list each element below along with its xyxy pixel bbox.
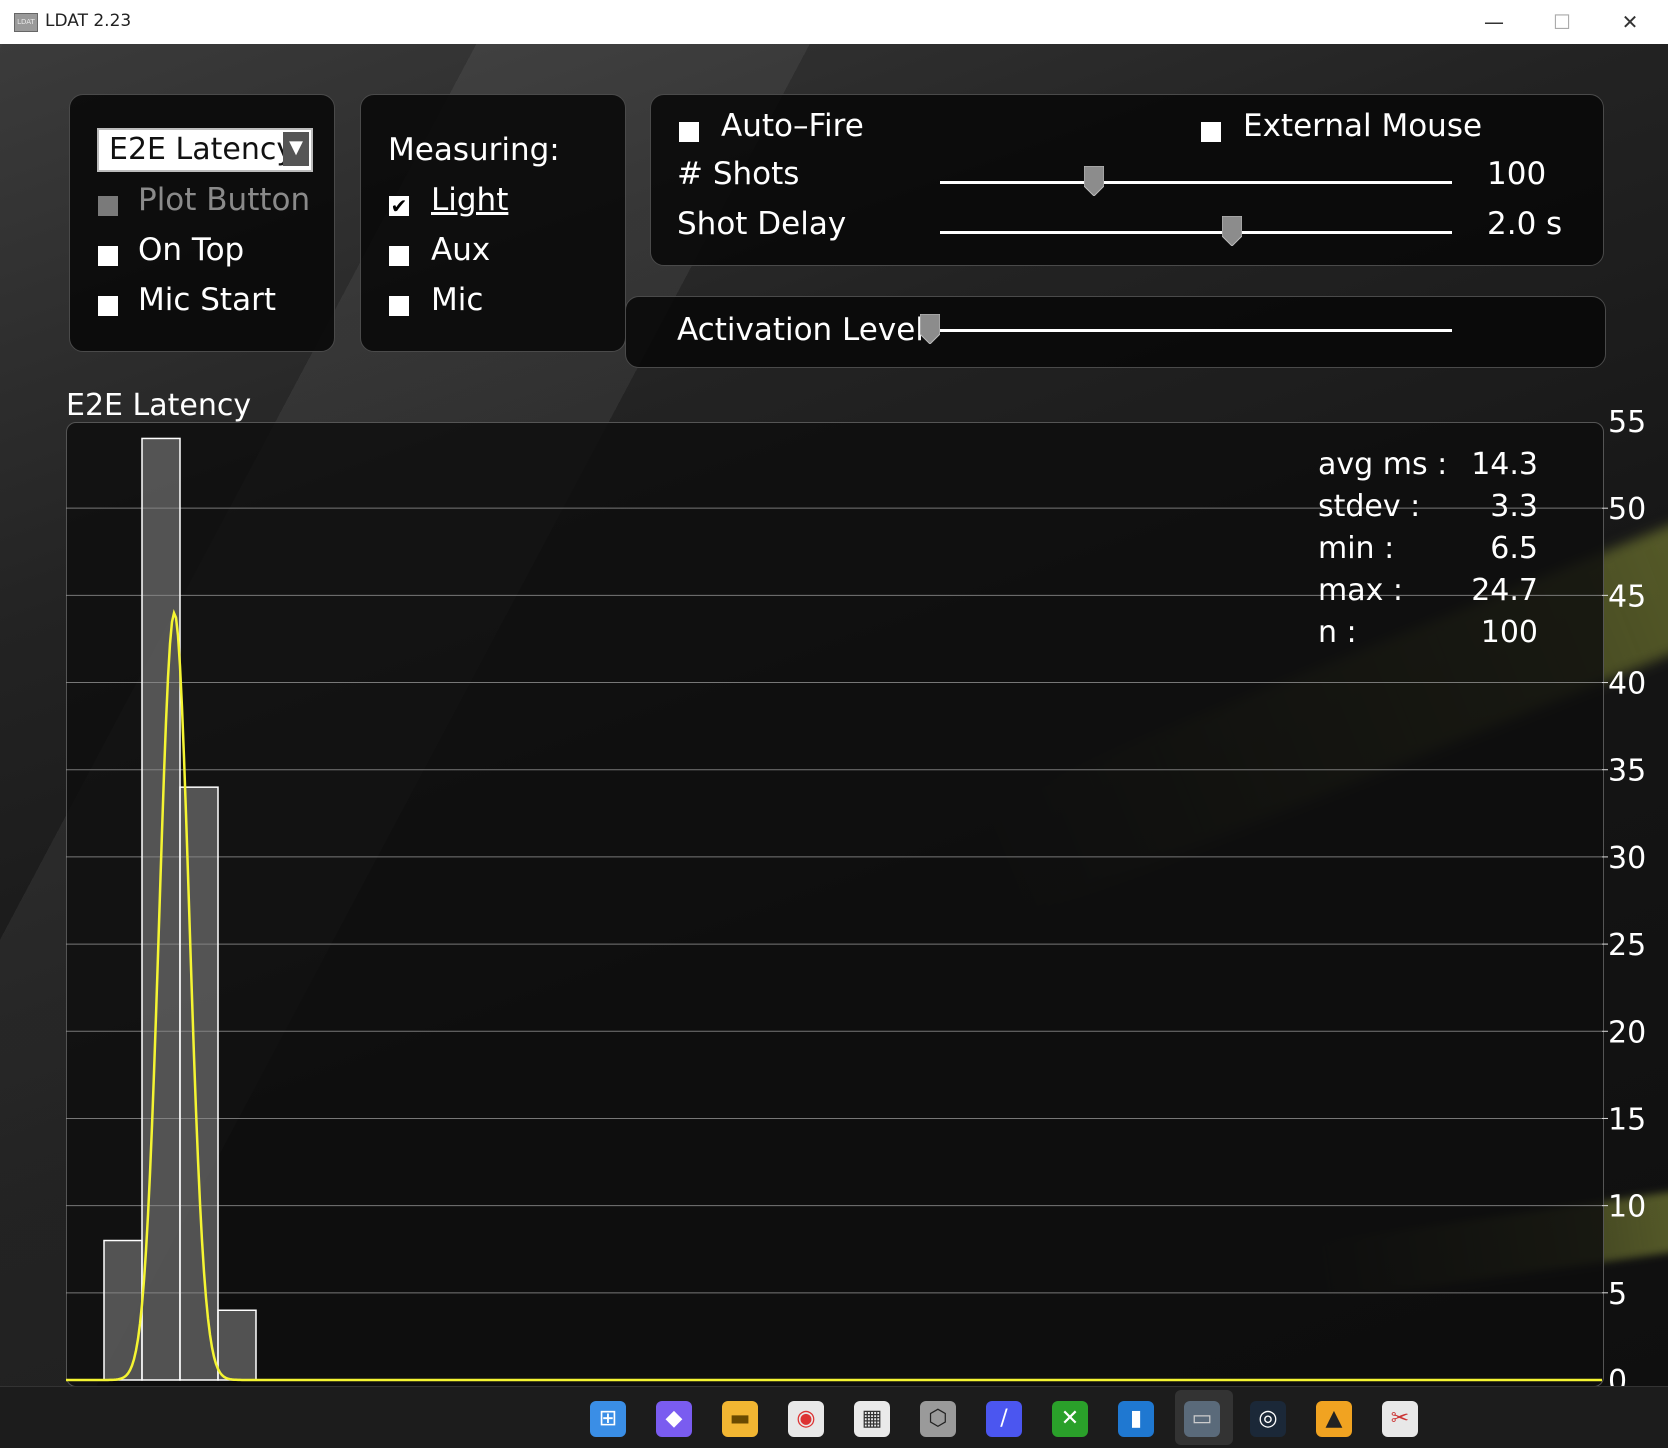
stat-stdev-label: stdev : (1318, 489, 1421, 524)
stat-max: max : 24.7 (1318, 573, 1538, 615)
windows-start-icon[interactable]: ⊞ (590, 1401, 626, 1437)
stat-n-value: 100 (1480, 615, 1538, 650)
file-explorer-icon[interactable]: ▬ (722, 1401, 758, 1437)
stat-max-label: max : (1318, 573, 1404, 608)
window-title: LDAT 2.23 (45, 11, 132, 31)
y-tick-label: 15 (1608, 1102, 1646, 1137)
maximize-button[interactable]: ☐ (1528, 0, 1596, 44)
chrome-icon[interactable]: ◉ (788, 1401, 824, 1437)
y-tick-label: 0 (1608, 1364, 1627, 1386)
steam-icon[interactable]: ◎ (1250, 1401, 1286, 1437)
y-tick-label: 20 (1608, 1015, 1646, 1050)
xbox-icon[interactable]: ✕ (1052, 1401, 1088, 1437)
title-bar[interactable]: LDAT LDAT 2.23 — ☐ ✕ (0, 0, 1668, 45)
stat-stdev-value: 3.3 (1490, 489, 1538, 524)
counter-strike-icon[interactable]: ▲ (1316, 1401, 1352, 1437)
y-tick-label: 10 (1608, 1190, 1646, 1225)
app-icon: LDAT (14, 13, 38, 32)
stat-avg-value: 14.3 (1471, 447, 1538, 482)
stat-min-label: min : (1318, 531, 1395, 566)
microsoft-store-icon[interactable]: ▦ (854, 1401, 890, 1437)
y-tick-label: 30 (1608, 841, 1646, 876)
equalizer-app-icon[interactable]: ▮ (1118, 1401, 1154, 1437)
close-button[interactable]: ✕ (1596, 0, 1664, 44)
stat-min-value: 6.5 (1490, 531, 1538, 566)
stats-block: avg ms : 14.3 stdev : 3.3 min : 6.5 max … (1318, 447, 1538, 657)
y-tick-label: 5 (1608, 1277, 1627, 1312)
app-icon[interactable]: / (986, 1401, 1022, 1437)
histogram-bar (103, 1239, 143, 1381)
stat-n: n : 100 (1318, 615, 1538, 657)
app-client-area: E2E Latency ▼ Plot Button On Top Mic Sta… (0, 44, 1668, 1386)
y-tick-label: 50 (1608, 492, 1646, 527)
y-tick-label: 55 (1608, 405, 1646, 440)
snipping-tool-icon[interactable]: ✂ (1382, 1401, 1418, 1437)
stat-n-label: n : (1318, 615, 1357, 650)
stat-max-value: 24.7 (1471, 573, 1538, 608)
stat-avg-label: avg ms : (1318, 447, 1448, 482)
minimize-button[interactable]: — (1460, 0, 1528, 44)
histogram-bar (217, 1309, 257, 1381)
y-tick-label: 40 (1608, 667, 1646, 702)
unity-icon[interactable]: ⬡ (920, 1401, 956, 1437)
taskbar: ⊞ ◆ ▬ ◉ ▦ ⬡ / ✕ ▮ ▭ ◎ ▲ ✂ (0, 1386, 1668, 1448)
stat-stdev: stdev : 3.3 (1318, 489, 1538, 531)
y-tick-label: 25 (1608, 928, 1646, 963)
gaussian-fit-curve (66, 608, 1602, 1382)
stat-avg: avg ms : 14.3 (1318, 447, 1538, 489)
latency-histogram-chart: 0 5 10 15 20 25 30 35 40 45 50 55 (66, 405, 1646, 1386)
ldat-icon[interactable]: ▭ (1184, 1401, 1220, 1437)
y-tick-label: 45 (1608, 579, 1646, 614)
stat-min: min : 6.5 (1318, 531, 1538, 573)
copilot-icon[interactable]: ◆ (656, 1401, 692, 1437)
histogram-bar (179, 786, 219, 1381)
y-tick-label: 35 (1608, 754, 1646, 789)
